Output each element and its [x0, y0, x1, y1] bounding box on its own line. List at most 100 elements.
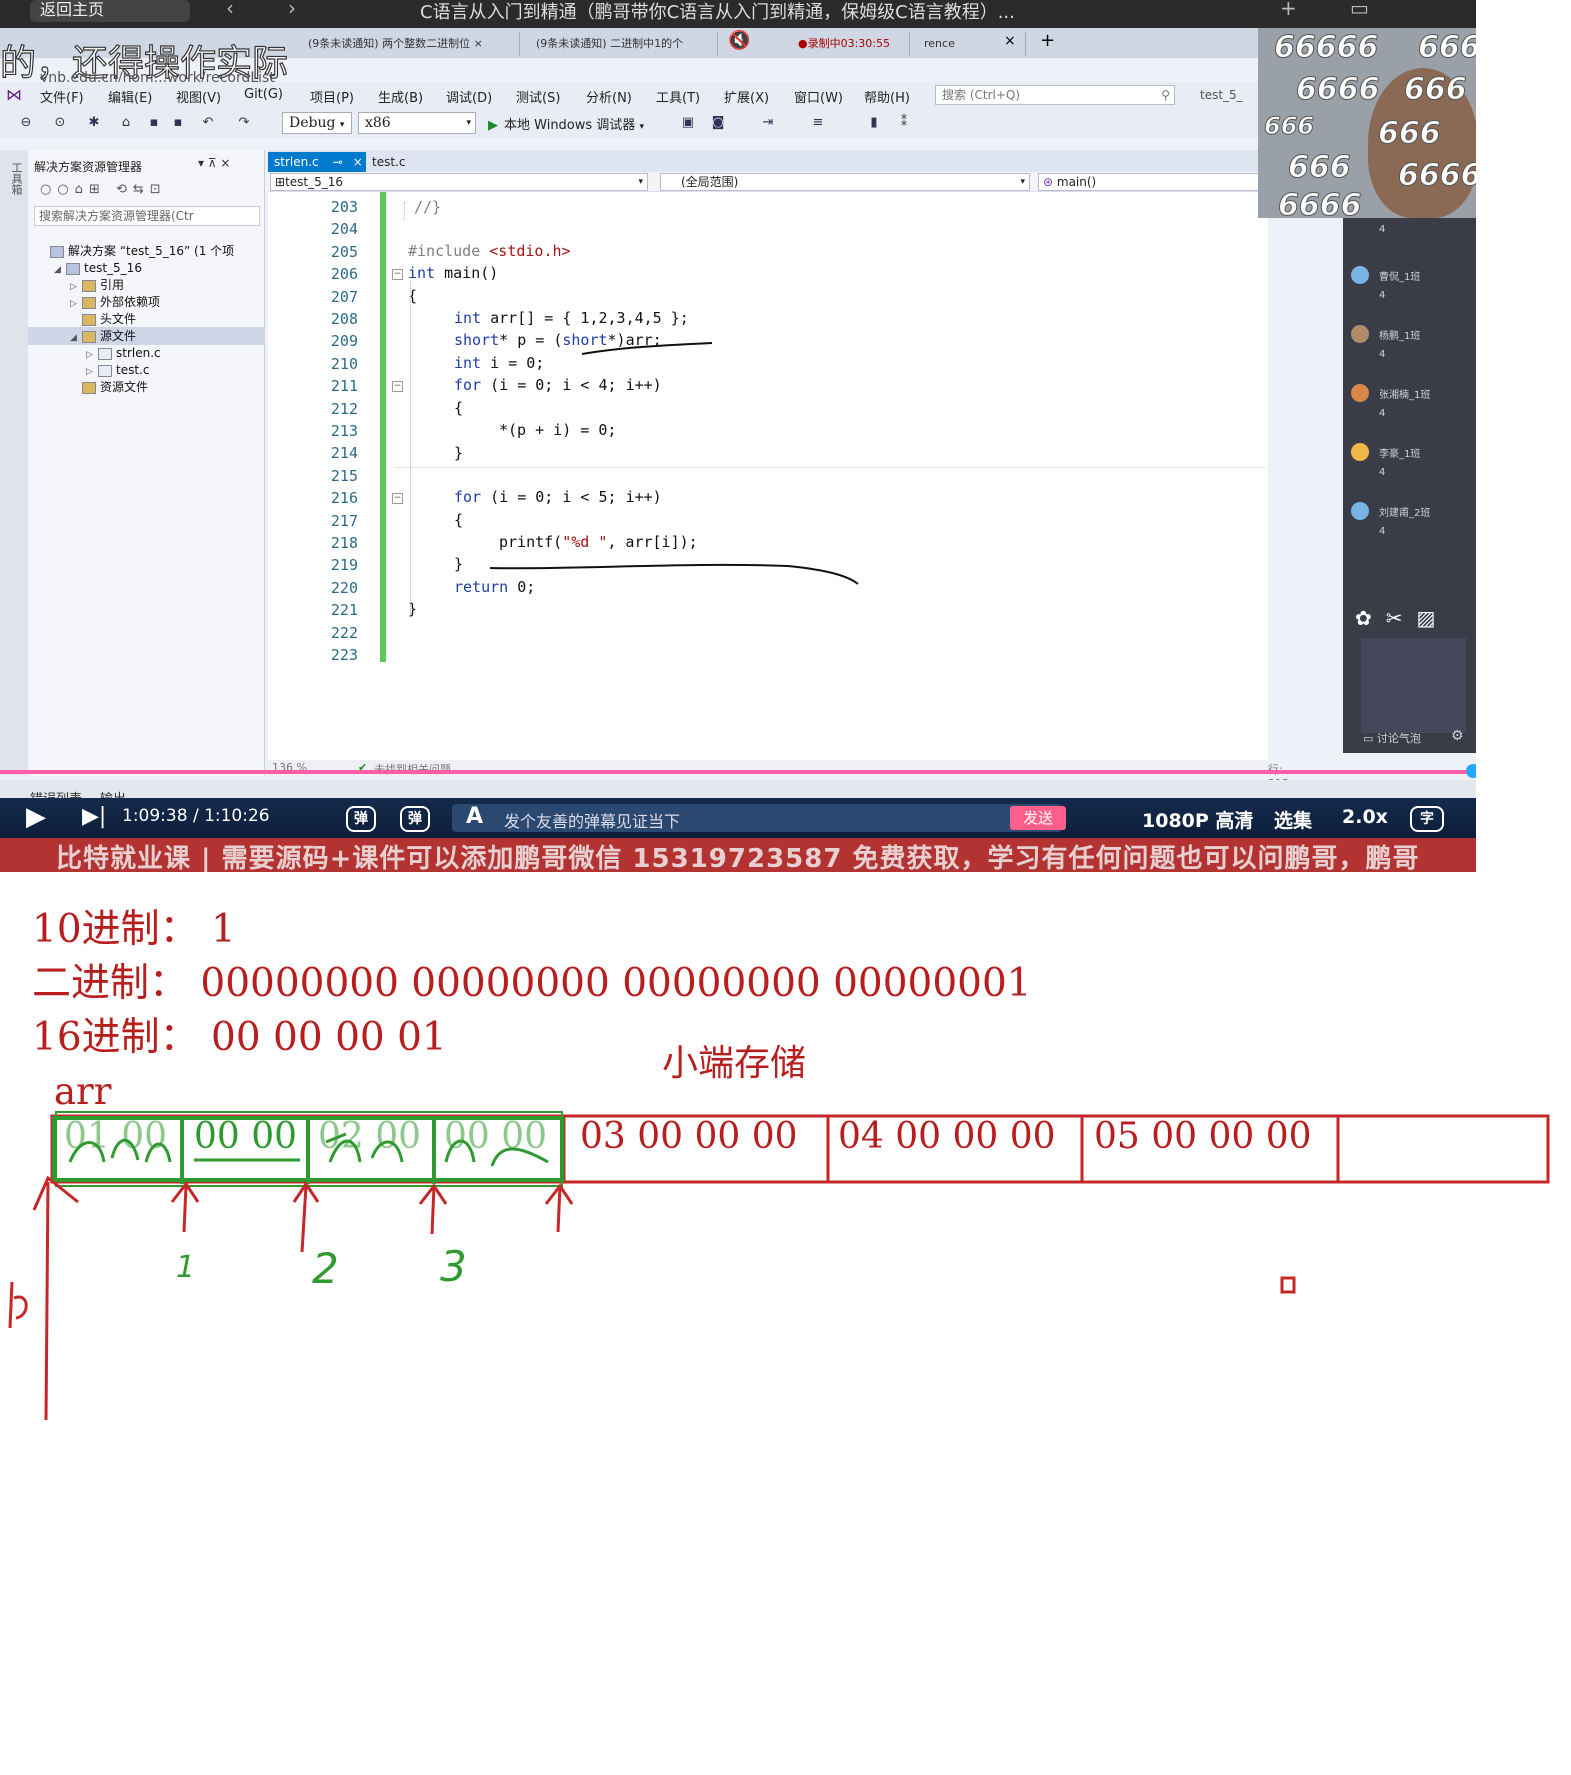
add-icon[interactable]: + — [1280, 0, 1297, 20]
config-select[interactable]: Debug ▾ — [282, 112, 352, 134]
step-icon[interactable]: ⇥ — [760, 115, 776, 131]
tree-item[interactable]: ▷ test.c — [28, 361, 265, 379]
puzzle-icon[interactable]: ✿ — [1355, 606, 1386, 630]
solution-search-input[interactable]: 搜索解决方案资源管理器(Ctr — [34, 206, 260, 226]
menu-file[interactable]: 文件(F) — [40, 87, 84, 106]
tree-item[interactable]: ◢ test_5_16 — [28, 259, 265, 277]
start-debugging-label: 本地 Windows 调试器 — [504, 118, 636, 133]
menu-window[interactable]: 窗口(W) — [794, 87, 843, 106]
promo-banner-text: 比特就业课 | 需要源码+课件可以添加鹏哥微信 15319723587 免费获取… — [56, 844, 1420, 872]
chat-user-name: 曹侃_1班 — [1379, 272, 1421, 283]
new-tab-icon[interactable]: + — [1040, 30, 1055, 51]
vs-search-input[interactable]: 搜索 (Ctrl+Q) ⚲ — [935, 85, 1175, 105]
avatar — [1351, 325, 1369, 343]
back-nav-icon[interactable]: ⊖ — [18, 115, 34, 131]
scissors-icon[interactable]: ✂ — [1386, 606, 1417, 630]
toolbox-strip[interactable]: 工具箱 — [0, 150, 28, 775]
save-icon[interactable]: ▪ — [146, 115, 162, 131]
folder-icon — [98, 347, 112, 360]
tree-item-label: test.c — [116, 363, 150, 377]
open-icon[interactable]: ⌂ — [118, 115, 134, 131]
quality-button[interactable]: 1080P 高清 — [1142, 806, 1253, 833]
menu-tools[interactable]: 工具(T) — [656, 87, 700, 106]
folder-icon — [66, 262, 80, 275]
next-icon[interactable]: ▶| — [82, 804, 106, 829]
menu-build[interactable]: 生成(B) — [378, 87, 423, 106]
start-debugging-button[interactable]: ▶ 本地 Windows 调试器 ▾ — [488, 114, 644, 133]
tree-item[interactable]: ▷ strlen.c — [28, 344, 265, 362]
cheer-text: 6666 — [1296, 72, 1380, 108]
camera-icon[interactable]: ◙ — [710, 115, 726, 131]
menu-edit[interactable]: 编辑(E) — [108, 87, 152, 106]
pin-icon[interactable]: ▾ ⊼ × — [198, 156, 231, 170]
speed-button[interactable]: 2.0x — [1342, 806, 1388, 828]
tree-item[interactable]: 资源文件 — [28, 378, 265, 396]
nav-back-icon[interactable]: ‹ — [226, 0, 234, 20]
whiteboard: 10进制： 1 二进制： 00000000 00000000 00000000 … — [0, 872, 1571, 1775]
window-icon[interactable]: ▭ — [1350, 0, 1369, 20]
menu-debug[interactable]: 调试(D) — [446, 87, 492, 106]
tab-close-icon[interactable]: × — [1004, 33, 1016, 49]
short-cell-label: 02 00 — [318, 1116, 422, 1157]
code-editor[interactable]: strlen.c ⊸ × test.c ⊞test_5_16 ▾ (全局范围) ▾ ⊛ … — [268, 150, 1289, 790]
redo-icon[interactable]: ↷ — [236, 115, 252, 131]
bookmark-icon[interactable]: ▮ — [866, 115, 882, 131]
undo-icon[interactable]: ↶ — [200, 115, 216, 131]
tree-item[interactable]: 头文件 — [28, 310, 265, 328]
menu-analyze[interactable]: 分析(N) — [586, 87, 632, 106]
avatar — [1351, 502, 1369, 520]
tree-item[interactable]: ▷ 外部依赖项 — [28, 293, 265, 311]
browser-tab-1[interactable]: (9条未读通知) 两个整数二进制位 × — [300, 32, 520, 56]
chat-bubble-toggle[interactable]: ▭ 讨论气泡 — [1363, 730, 1421, 746]
video-player[interactable]: 返回主页 ‹ › C语言从入门到精通（鹏哥带你C语言从入门到精通，保姆级C语言教… — [0, 0, 1476, 872]
comment-icon[interactable]: ⁑ — [896, 115, 912, 131]
solution-toolbar-icons[interactable]: ○○⌂⊞ ⟲⇆⊡ — [40, 182, 167, 197]
menu-view[interactable]: 视图(V) — [176, 87, 221, 106]
nav-forward-icon[interactable]: › — [288, 0, 296, 20]
mute-icon[interactable]: 🔇 — [728, 30, 750, 51]
chat-entry: 刘建甫_2班 4 — [1351, 502, 1476, 552]
p2-pointer-arrow — [418, 1183, 448, 1235]
menu-test[interactable]: 测试(S) — [516, 87, 560, 106]
progress-handle[interactable] — [1466, 764, 1476, 778]
tree-item-label: 解决方案 “test_5_16” (1 个项 — [68, 244, 235, 258]
danmaku-settings-label: 弹 — [408, 811, 422, 827]
menu-git[interactable]: Git(G) — [244, 87, 283, 102]
font-icon[interactable]: A — [466, 804, 483, 829]
browser-tab-2[interactable]: (9条未读通知) 二进制中1的个 — [528, 32, 718, 56]
vs-search-placeholder: 搜索 (Ctrl+Q) — [942, 88, 1021, 102]
platform-select[interactable]: x86 ▾ — [358, 112, 476, 134]
danmaku-toggle[interactable]: 弹 — [346, 806, 376, 832]
chat-message: 4 — [1379, 408, 1386, 419]
forward-nav-icon[interactable]: ⊙ — [52, 115, 68, 131]
format-icon[interactable]: ≡ — [810, 115, 826, 131]
back-home-button[interactable]: 返回主页 — [30, 0, 190, 22]
episodes-button[interactable]: 选集 — [1274, 806, 1312, 833]
tree-item[interactable]: ◢ 源文件 — [28, 327, 265, 345]
progress-bar[interactable] — [0, 770, 1476, 774]
gear-icon[interactable]: ⚙ — [1451, 728, 1464, 744]
chat-message: 4 — [1379, 349, 1386, 360]
menu-project[interactable]: 项目(P) — [310, 87, 354, 106]
tree-item-label: test_5_16 — [84, 261, 142, 275]
save-all-icon[interactable]: ▪ — [170, 115, 186, 131]
menu-help[interactable]: 帮助(H) — [864, 87, 910, 106]
play-icon[interactable]: ▶ — [26, 802, 46, 832]
config-value: Debug — [289, 115, 336, 131]
tree-item[interactable]: ▷ 引用 — [28, 276, 265, 294]
danmaku-settings[interactable]: 弹 — [400, 806, 430, 832]
subtitle-button[interactable]: 字 — [1410, 806, 1444, 832]
chat-entry: 张湘楠_1班 4 — [1351, 384, 1476, 434]
new-project-icon[interactable]: ✱ — [86, 115, 102, 131]
chevron-down-icon: ▾ — [339, 120, 345, 130]
tree-item[interactable]: 解决方案 “test_5_16” (1 个项 — [28, 242, 265, 260]
cheer-text: 666 — [1418, 30, 1476, 66]
browser-link-icon[interactable]: ▣ — [680, 115, 696, 131]
danmaku-input[interactable]: A 发个友善的弹幕见证当下 发送 — [452, 804, 1066, 832]
menu-extensions[interactable]: 扩展(X) — [724, 87, 769, 106]
project-name-tab[interactable]: test_5_ — [1200, 88, 1243, 102]
solution-explorer: 解决方案资源管理器 ▾ ⊼ × ○○⌂⊞ ⟲⇆⊡ 搜索解决方案资源管理器(Ctr… — [28, 150, 265, 775]
send-button[interactable]: 发送 — [1010, 806, 1066, 830]
chat-input[interactable] — [1361, 638, 1466, 733]
image-icon[interactable]: ▨ — [1417, 606, 1450, 630]
